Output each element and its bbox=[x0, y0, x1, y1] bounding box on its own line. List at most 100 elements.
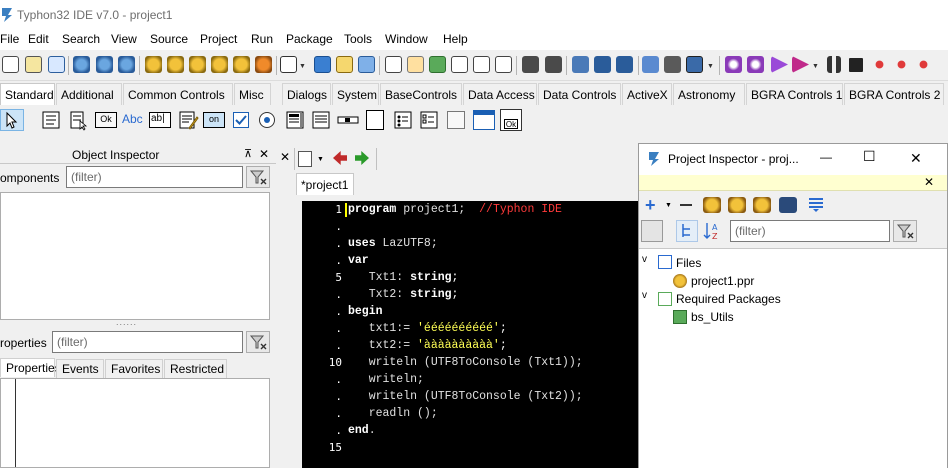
binoculars-icon[interactable] bbox=[522, 56, 539, 73]
jump-back-arrow-icon[interactable] bbox=[333, 151, 347, 165]
menu-help[interactable]: Help bbox=[443, 32, 468, 46]
find-next-icon[interactable] bbox=[96, 56, 113, 73]
menu-search[interactable]: Search bbox=[62, 32, 100, 46]
add-icon[interactable] bbox=[429, 56, 446, 73]
tscrollbar-tool[interactable] bbox=[336, 109, 360, 131]
windows-icon[interactable] bbox=[495, 56, 512, 73]
clear-properties-filter-button[interactable] bbox=[246, 331, 270, 353]
open-icon[interactable] bbox=[336, 56, 353, 73]
clear-project-filter-button[interactable] bbox=[893, 220, 917, 242]
maximize-button[interactable]: ☐ bbox=[863, 148, 876, 165]
tab-favorites[interactable]: Favorites bbox=[105, 359, 163, 378]
tcheckbox-tool[interactable] bbox=[233, 112, 249, 128]
find-in-files-icon[interactable] bbox=[118, 56, 135, 73]
show-dir-hierarchy-button[interactable] bbox=[641, 220, 663, 242]
open-icon[interactable] bbox=[728, 197, 746, 213]
tedit-tool[interactable]: ab| bbox=[149, 112, 171, 128]
tab-restricted[interactable]: Restricted bbox=[164, 359, 227, 378]
code-browser-icon[interactable] bbox=[298, 151, 312, 167]
run-icon[interactable] bbox=[771, 56, 788, 73]
jump-icon[interactable] bbox=[145, 56, 162, 73]
step-into-icon[interactable] bbox=[871, 56, 888, 73]
tree-node-files[interactable]: Files bbox=[676, 256, 701, 270]
properties-filter-input[interactable]: (filter) bbox=[52, 331, 243, 353]
menu-tools[interactable]: Tools bbox=[344, 32, 372, 46]
jump-forward-icon[interactable] bbox=[189, 56, 206, 73]
window-icon[interactable] bbox=[473, 56, 490, 73]
menu-view[interactable]: View bbox=[111, 32, 137, 46]
package-open-icon[interactable] bbox=[594, 56, 611, 73]
tab-properties[interactable]: Properties bbox=[0, 358, 61, 377]
save-icon[interactable] bbox=[314, 56, 331, 73]
tab-common-controls[interactable]: Common Controls bbox=[123, 83, 233, 105]
hint-close-icon[interactable]: ✕ bbox=[924, 175, 934, 189]
menu-file[interactable]: File bbox=[0, 32, 19, 46]
components-filter-input[interactable]: (filter) bbox=[66, 166, 243, 188]
project-tree[interactable]: v Files project1.ppr v Required Packages… bbox=[639, 248, 947, 468]
menu-run[interactable]: Run bbox=[251, 32, 273, 46]
tab-activex[interactable]: ActiveX bbox=[622, 83, 672, 105]
step-over-icon[interactable] bbox=[893, 56, 910, 73]
settings-icon[interactable] bbox=[725, 56, 742, 73]
pause-icon[interactable] bbox=[827, 56, 841, 73]
find-declaration-icon[interactable] bbox=[545, 56, 562, 73]
tmainmenu-tool[interactable] bbox=[40, 109, 62, 131]
ttogglebox-tool[interactable]: on bbox=[203, 112, 225, 128]
sort-alphabetically-button[interactable]: AZ bbox=[702, 220, 724, 242]
tpopupmenu-tool[interactable] bbox=[68, 109, 90, 131]
tab-dialogs[interactable]: Dialogs bbox=[282, 83, 331, 105]
minimize-button[interactable]: — bbox=[820, 150, 832, 164]
pin-icon[interactable]: ⊼ bbox=[244, 147, 252, 160]
menu-project[interactable]: Project bbox=[200, 32, 237, 46]
run-debug-icon[interactable] bbox=[792, 56, 809, 73]
binoculars-icon[interactable] bbox=[779, 197, 797, 213]
package-graph-icon[interactable] bbox=[616, 56, 633, 73]
tab-events[interactable]: Events bbox=[56, 359, 104, 378]
menu-package[interactable]: Package bbox=[286, 32, 333, 46]
sort-by-dir-button[interactable] bbox=[676, 220, 698, 242]
procedure-list-icon[interactable] bbox=[255, 56, 272, 73]
jump-back-icon[interactable] bbox=[167, 56, 184, 73]
tlistbox-tool[interactable] bbox=[284, 109, 306, 131]
chevron-down-icon[interactable]: ▼ bbox=[665, 202, 672, 209]
tree-node-bs-utils[interactable]: bs_Utils bbox=[691, 310, 734, 324]
close-button[interactable]: ✕ bbox=[910, 150, 922, 167]
tree-node-required-packages[interactable]: Required Packages bbox=[676, 292, 781, 306]
tab-additional[interactable]: Additional bbox=[56, 83, 122, 105]
options-icon[interactable] bbox=[703, 197, 721, 213]
tools-icon[interactable] bbox=[664, 56, 681, 73]
tab-astronomy[interactable]: Astronomy bbox=[673, 83, 745, 105]
new-form-icon[interactable] bbox=[25, 56, 42, 73]
tree-node-project1-ppr[interactable]: project1.ppr bbox=[691, 274, 754, 288]
selection-pointer-tool[interactable] bbox=[0, 109, 24, 131]
chevron-down-icon[interactable]: ▼ bbox=[317, 156, 324, 163]
remove-icon[interactable] bbox=[680, 204, 692, 206]
tmemo-tool[interactable] bbox=[177, 109, 199, 131]
layers-icon[interactable] bbox=[642, 56, 659, 73]
editor-tab-project1[interactable]: *project1 bbox=[296, 173, 354, 195]
chevron-down-icon[interactable]: ▼ bbox=[707, 63, 714, 70]
tcheckgroup-tool[interactable] bbox=[418, 109, 440, 131]
view-units-icon[interactable] bbox=[280, 56, 297, 73]
help-icon[interactable] bbox=[753, 197, 771, 213]
tradiogroup-tool[interactable] bbox=[392, 109, 414, 131]
add-icon[interactable]: + bbox=[645, 195, 656, 216]
tframe-tool[interactable] bbox=[473, 110, 495, 130]
splitter-grip[interactable]: ...... bbox=[116, 317, 137, 327]
edit-icon[interactable] bbox=[385, 56, 402, 73]
tab-data-access[interactable]: Data Access bbox=[463, 83, 537, 105]
tradiobutton-tool[interactable] bbox=[259, 112, 275, 128]
project-options-icon[interactable] bbox=[747, 56, 764, 73]
tab-standard[interactable]: Standard bbox=[0, 83, 55, 105]
tab-misc[interactable]: Misc bbox=[234, 83, 271, 105]
toggle-form-icon[interactable] bbox=[407, 56, 424, 73]
new-file-icon[interactable] bbox=[2, 56, 19, 73]
chevron-down-icon[interactable]: ▼ bbox=[299, 63, 306, 70]
tbutton-tool[interactable]: Ok bbox=[95, 112, 117, 128]
clear-filter-button[interactable] bbox=[246, 166, 270, 188]
code-area[interactable]: 1... 5.... 10.... 15 program project1; //Ty… bbox=[302, 201, 640, 468]
package-icon[interactable] bbox=[572, 56, 589, 73]
editor-close-icon[interactable]: ✕ bbox=[280, 150, 290, 164]
property-grid[interactable] bbox=[0, 378, 270, 468]
project-filter-input[interactable]: (filter) bbox=[730, 220, 890, 242]
